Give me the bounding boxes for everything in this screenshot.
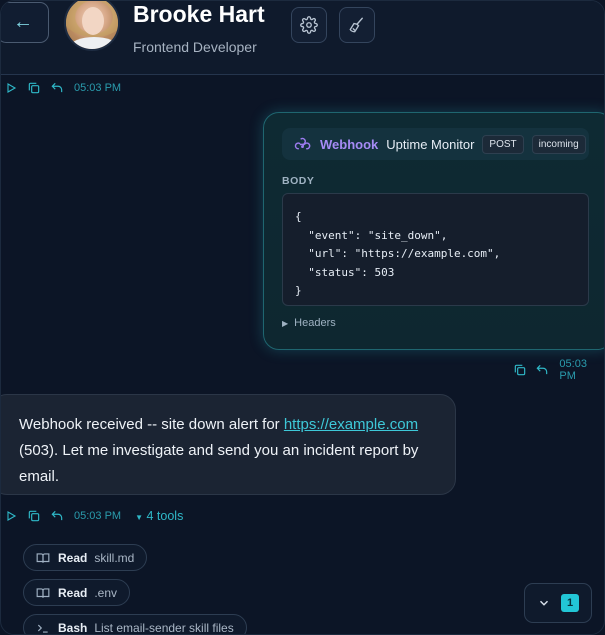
back-button[interactable]: ← xyxy=(1,2,49,43)
tools-count: 4 tools xyxy=(146,509,184,523)
webhook-message-actions: 05:03 PM xyxy=(513,358,604,382)
clear-chat-button[interactable] xyxy=(339,7,375,43)
body-label: BODY xyxy=(282,175,315,187)
assistant-message: Webhook received -- site down alert for … xyxy=(1,394,456,495)
gear-icon xyxy=(300,16,318,34)
settings-button[interactable] xyxy=(291,7,327,43)
unread-count-badge: 1 xyxy=(561,594,579,612)
message-time: 05:03 PM xyxy=(74,510,122,522)
method-badge: POST xyxy=(482,134,524,154)
message-text: Webhook received -- site down alert for xyxy=(19,416,284,433)
webhook-icon xyxy=(294,135,312,153)
headers-toggle[interactable]: ▶ Headers xyxy=(282,317,336,329)
tool-argument: skill.md xyxy=(94,550,135,565)
webhook-header: Webhook Uptime Monitor POST incoming xyxy=(282,128,589,160)
contact-name: Brooke Hart xyxy=(133,1,265,27)
copy-icon[interactable] xyxy=(26,81,41,96)
tool-argument: List email-sender skill files xyxy=(94,620,234,635)
webhook-body-code: { "event": "site_down", "url": "https://… xyxy=(282,193,589,306)
message-actions: 05:03 PM xyxy=(3,79,121,97)
webhook-message-card: Webhook Uptime Monitor POST incoming BOD… xyxy=(263,112,604,350)
message-time: 05:03 PM xyxy=(74,82,122,94)
message-text-end: (503). Let me investigate and send you a… xyxy=(19,442,419,485)
tools-toggle[interactable]: ▼ 4 tools xyxy=(135,509,183,523)
play-icon[interactable] xyxy=(3,81,18,96)
tool-verb: Read xyxy=(58,585,88,600)
webhook-brand: Webhook xyxy=(320,136,379,152)
book-icon xyxy=(36,551,52,565)
avatar xyxy=(64,1,120,51)
scroll-to-bottom-button[interactable]: 1 xyxy=(524,583,592,623)
chevron-down-icon xyxy=(539,600,549,606)
chat-window: ← Brooke Hart Frontend Developer 05:03 P… xyxy=(0,0,605,635)
headers-label: Headers xyxy=(294,317,336,329)
tool-call-read[interactable]: Read skill.md xyxy=(23,544,148,571)
tool-call-bash[interactable]: Bash List email-sender skill files xyxy=(23,614,247,635)
message-link[interactable]: https://example.com xyxy=(284,416,418,433)
contact-role: Frontend Developer xyxy=(133,39,257,55)
caret-right-icon: ▶ xyxy=(282,318,289,328)
direction-badge: incoming xyxy=(531,134,586,154)
terminal-icon xyxy=(36,621,52,635)
reply-icon[interactable] xyxy=(49,509,64,524)
tool-call-read[interactable]: Read .env xyxy=(23,579,131,606)
assistant-message-actions: 05:03 PM ▼ 4 tools xyxy=(3,507,183,525)
arrow-left-icon: ← xyxy=(13,11,33,33)
caret-down-icon: ▼ xyxy=(135,513,144,522)
book-icon xyxy=(36,586,52,600)
webhook-source: Uptime Monitor xyxy=(386,136,475,152)
reply-icon[interactable] xyxy=(49,81,64,96)
tool-verb: Bash xyxy=(58,620,88,635)
reply-icon[interactable] xyxy=(535,363,549,378)
copy-icon[interactable] xyxy=(513,363,527,378)
broom-icon xyxy=(349,17,363,33)
copy-icon[interactable] xyxy=(26,509,41,524)
message-time: 05:03 PM xyxy=(559,358,587,382)
tool-verb: Read xyxy=(58,550,88,565)
tool-argument: .env xyxy=(94,585,118,600)
play-icon[interactable] xyxy=(3,509,18,524)
chat-header: ← Brooke Hart Frontend Developer xyxy=(1,1,604,75)
